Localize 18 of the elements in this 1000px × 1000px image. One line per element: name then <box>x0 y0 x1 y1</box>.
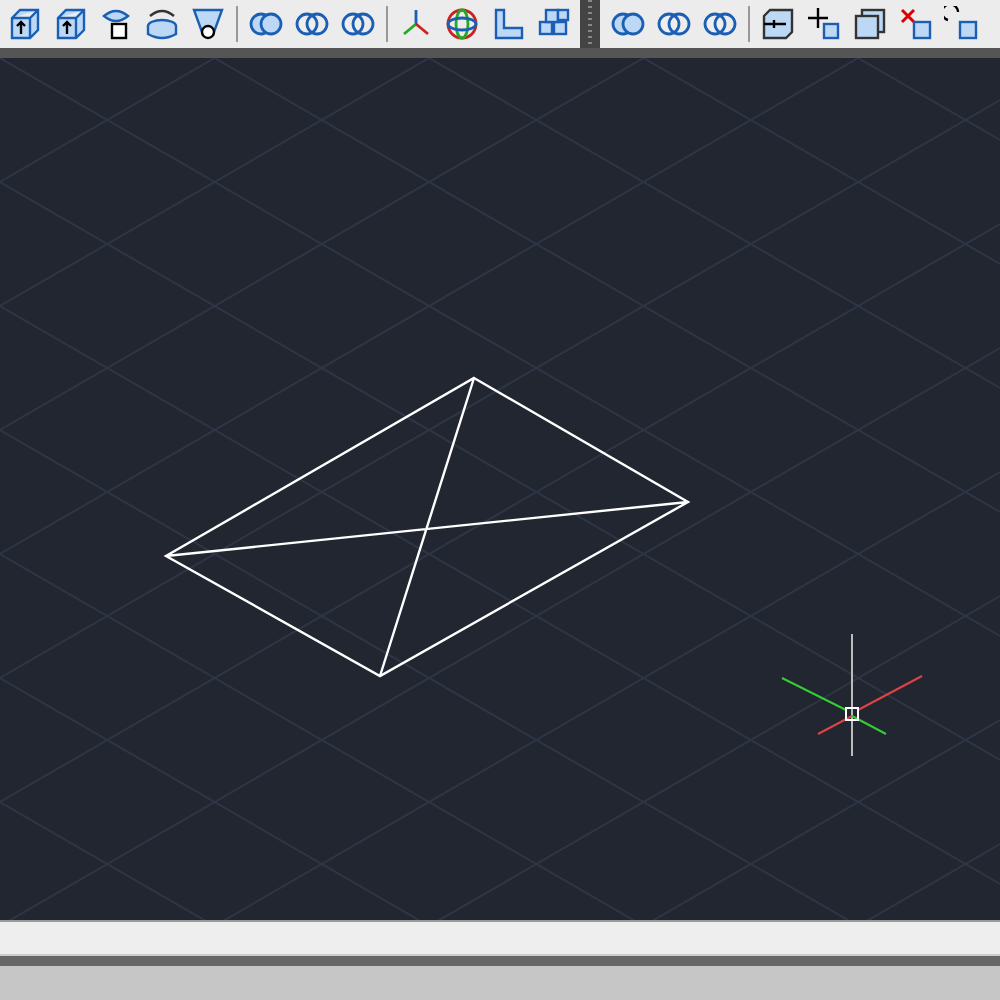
toolbar-button[interactable] <box>850 4 890 44</box>
cylinder-arrow-icon <box>144 6 180 42</box>
cube-shell-icon <box>852 6 888 42</box>
toolbar-button[interactable] <box>188 4 228 44</box>
funnel-icon <box>190 6 226 42</box>
rotate-cube-icon <box>944 6 980 42</box>
cube-arrow-icon <box>6 6 42 42</box>
cube-plane-icon <box>760 6 796 42</box>
crosshair-cursor <box>781 633 923 757</box>
toolbar-button[interactable] <box>758 4 798 44</box>
shapes-icon <box>98 6 134 42</box>
cross-cube-icon <box>898 6 934 42</box>
move-cube-icon <box>806 6 842 42</box>
cube-arrow-icon <box>52 6 88 42</box>
globe-icon <box>444 6 480 42</box>
toolbar-button[interactable] <box>804 4 844 44</box>
toolbar-button[interactable] <box>142 4 182 44</box>
toolbar-grip[interactable] <box>580 0 600 48</box>
